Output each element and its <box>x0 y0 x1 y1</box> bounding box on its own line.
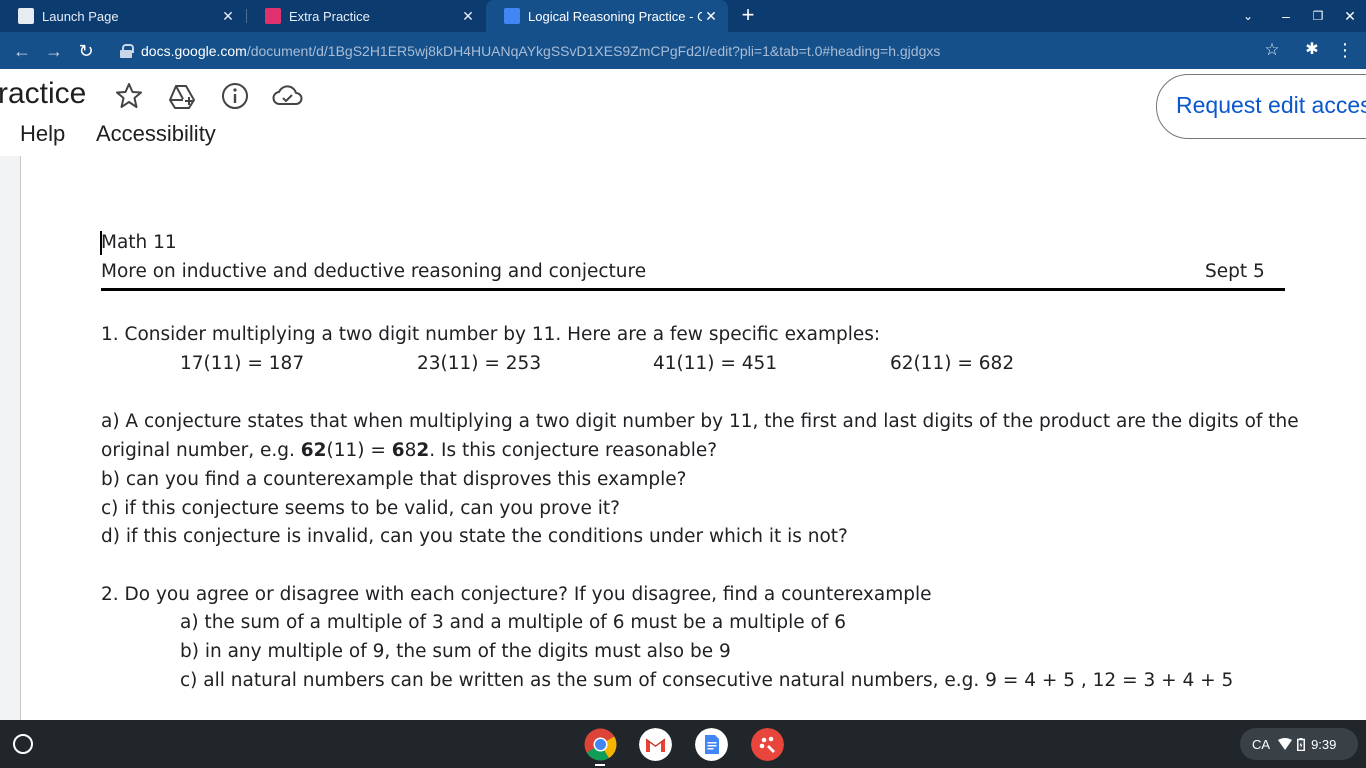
close-tab-icon[interactable]: ✕ <box>702 8 720 25</box>
locale-indicator: CA <box>1252 736 1271 752</box>
os-shelf: CA 9:39 <box>0 720 1366 768</box>
document-canvas: Math 11 More on inductive and deductive … <box>0 156 1366 720</box>
q1a-text: (11) = <box>326 440 392 461</box>
subtitle: More on inductive and deductive reasonin… <box>101 261 647 282</box>
url-host: docs.google.com <box>141 42 247 59</box>
new-tab-icon[interactable]: + <box>738 4 758 28</box>
tab-title: Logical Reasoning Practice - Goo <box>528 8 702 24</box>
tab-title: Launch Page <box>42 8 119 24</box>
menu-help[interactable]: Help <box>20 121 65 147</box>
tab-launch-page[interactable]: Launch Page ✕ <box>0 0 245 32</box>
classroom-favicon-icon <box>265 8 281 24</box>
question-1c: c) if this conjecture seems to be valid,… <box>101 498 620 519</box>
info-icon[interactable] <box>220 81 250 111</box>
date: Sept 5 <box>1205 261 1265 282</box>
back-arrow-icon[interactable]: ← <box>10 39 34 63</box>
question-1: 1. Consider multiplying a two digit numb… <box>101 324 881 345</box>
header-rule <box>101 288 1285 291</box>
example-4: 62(11) = 682 <box>890 353 1015 374</box>
question-1a-line2: original number, e.g. 62(11) = 682. Is t… <box>101 440 717 461</box>
request-edit-access-button[interactable]: Request edit access <box>1156 74 1366 139</box>
launch-page-favicon-icon <box>18 8 34 24</box>
browser-toolbar: ← → ↻ docs.google.com /document/d/1BgS2H… <box>0 32 1366 69</box>
example-1: 17(11) = 187 <box>180 353 305 374</box>
docs-header: ractice Help Accessibility Request edit … <box>0 69 1366 156</box>
chrome-app-icon[interactable] <box>584 728 617 761</box>
question-2: 2. Do you agree or disagree with each co… <box>101 584 932 605</box>
q1a-text: . Is this conjecture reasonable? <box>429 440 718 461</box>
tab-title: Extra Practice <box>289 8 370 24</box>
docs-favicon-icon <box>504 8 520 24</box>
question-1b: b) can you find a counterexample that di… <box>101 469 687 490</box>
q1a-text: 8 <box>404 440 417 461</box>
tab-logical-reasoning[interactable]: Logical Reasoning Practice - Goo ✕ <box>486 0 728 32</box>
clock: 9:39 <box>1311 736 1337 752</box>
question-1a-line1: a) A conjecture states that when multipl… <box>101 411 1299 432</box>
q1a-text: original number, e.g. <box>101 440 301 461</box>
q1a-bold-digit: 2 <box>416 440 430 461</box>
close-window-icon[interactable]: ✕ <box>1338 4 1362 28</box>
bookmark-star-icon[interactable]: ☆ <box>1262 38 1282 62</box>
example-2: 23(11) = 253 <box>417 353 542 374</box>
docs-app-icon[interactable] <box>695 728 728 761</box>
forward-arrow-icon[interactable]: → <box>42 39 66 63</box>
gmail-app-icon[interactable] <box>639 728 672 761</box>
move-to-drive-icon[interactable] <box>167 81 197 111</box>
document-page[interactable]: Math 11 More on inductive and deductive … <box>20 156 1366 720</box>
star-icon[interactable] <box>114 81 144 111</box>
status-tray[interactable]: CA 9:39 <box>1240 728 1358 760</box>
example-3: 41(11) = 451 <box>653 353 778 374</box>
battery-icon <box>1297 737 1306 751</box>
cloud-saved-icon[interactable] <box>271 81 303 111</box>
q1a-bold-digits: 62 <box>300 440 327 461</box>
wifi-icon <box>1278 738 1293 750</box>
close-tab-icon[interactable]: ✕ <box>219 8 237 25</box>
reload-icon[interactable]: ↻ <box>74 39 98 63</box>
question-2b: b) in any multiple of 9, the sum of the … <box>180 641 731 662</box>
question-1d: d) if this conjecture is invalid, can yo… <box>101 526 848 547</box>
restore-icon[interactable]: ❐ <box>1306 4 1330 28</box>
browser-tab-strip: Launch Page ✕ Extra Practice ✕ Logical R… <box>0 0 1366 32</box>
question-2c: c) all natural numbers can be written as… <box>180 670 1234 691</box>
q1a-bold-digit: 6 <box>391 440 405 461</box>
canvas-app-icon[interactable] <box>751 728 784 761</box>
launcher-icon[interactable] <box>13 734 33 754</box>
close-tab-icon[interactable]: ✕ <box>459 8 477 25</box>
url-path: /document/d/1BgS2H1ER5wj8kDH4HUANqAYkgSS… <box>246 42 941 59</box>
menu-accessibility[interactable]: Accessibility <box>96 121 216 147</box>
course-heading: Math 11 <box>101 232 177 253</box>
chrome-running-indicator <box>595 764 605 766</box>
question-2a: a) the sum of a multiple of 3 and a mult… <box>180 612 846 633</box>
extensions-puzzle-icon[interactable]: ✱ <box>1302 38 1322 62</box>
document-title[interactable]: ractice <box>0 77 86 111</box>
tab-search-chevron-icon[interactable]: ⌄ <box>1236 4 1260 28</box>
minimize-icon[interactable]: – <box>1274 4 1298 28</box>
browser-menu-icon[interactable]: ⋮ <box>1336 38 1354 62</box>
tab-extra-practice[interactable]: Extra Practice ✕ <box>247 0 485 32</box>
lock-icon[interactable] <box>120 43 134 58</box>
address-bar[interactable]: docs.google.com /document/d/1BgS2H1ER5wj… <box>106 36 1296 65</box>
